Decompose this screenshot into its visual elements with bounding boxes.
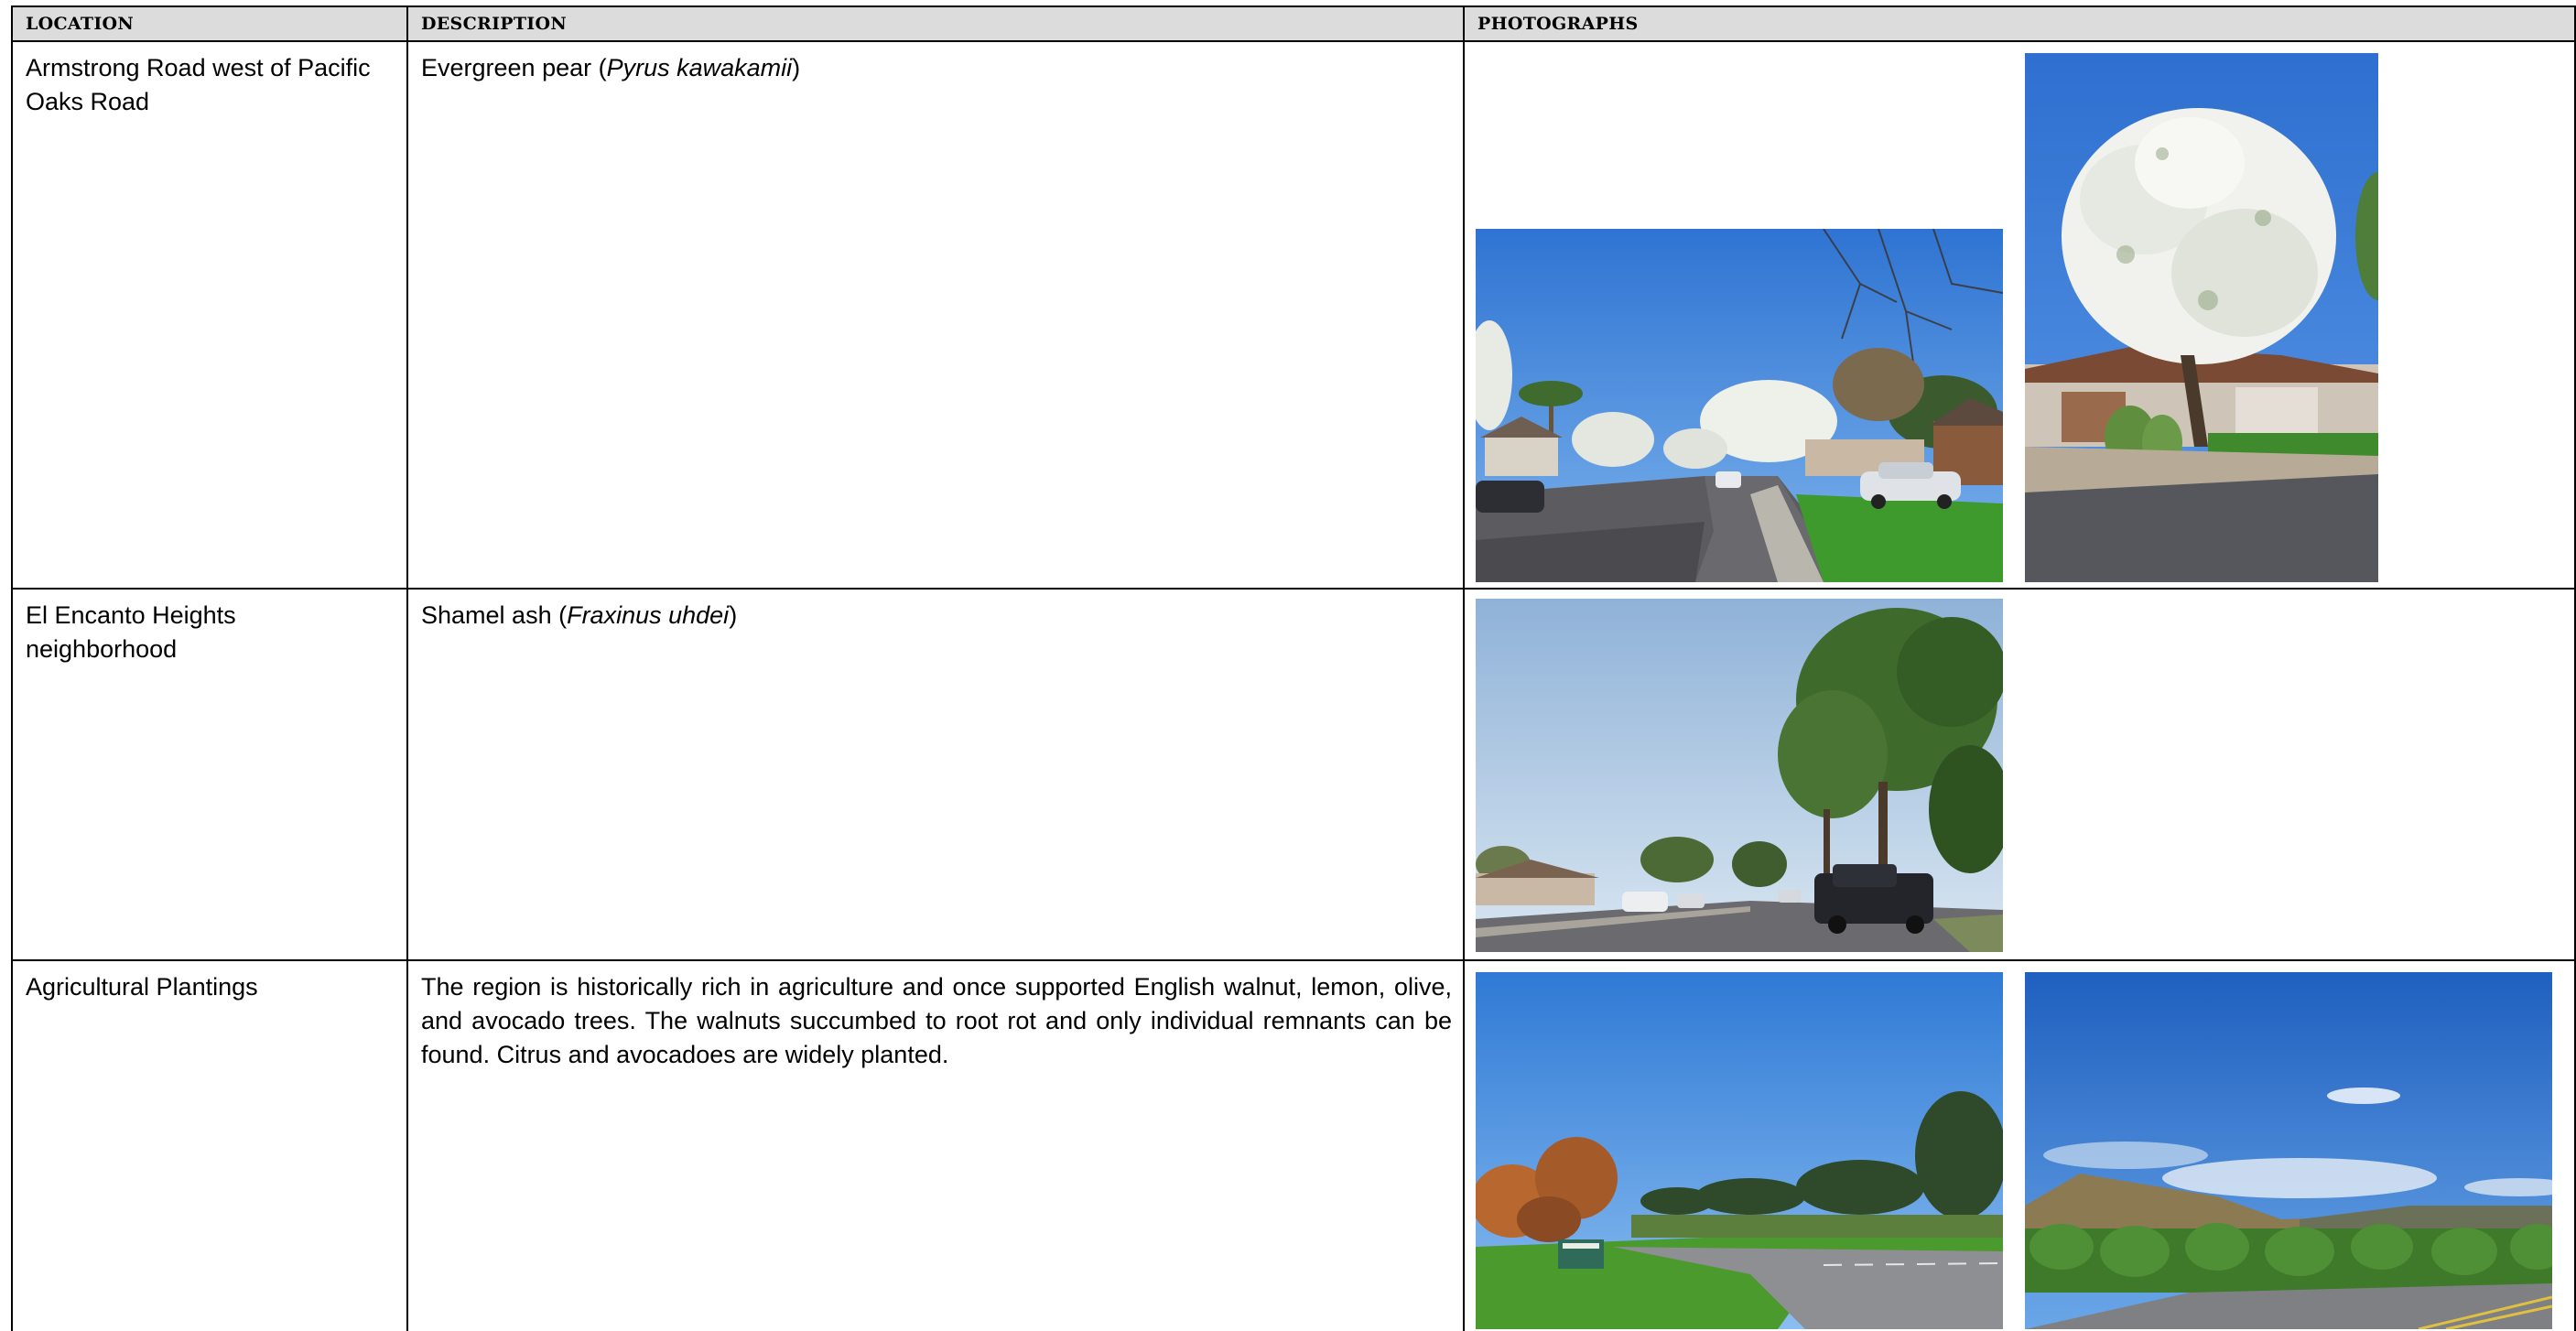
- location-cell: El Encanto Heights neighborhood: [11, 588, 408, 961]
- street-tree-table: LOCATION DESCRIPTION PHOTOGRAPHS Armstro…: [11, 5, 2576, 1331]
- location-cell: Armstrong Road west of Pacific Oaks Road: [11, 40, 408, 590]
- location-text: El Encanto Heights neighborhood: [26, 601, 236, 663]
- table-row: El Encanto Heights neighborhood Shamel a…: [11, 588, 2576, 961]
- scientific-name: Pyrus kawakamii: [606, 54, 793, 81]
- scientific-name: Fraxinus uhdei: [567, 601, 730, 629]
- photographs-cell: [1463, 588, 2576, 961]
- document-page: LOCATION DESCRIPTION PHOTOGRAPHS Armstro…: [0, 0, 2576, 1331]
- location-column-header: LOCATION: [11, 5, 408, 42]
- description-column-header: DESCRIPTION: [406, 5, 1465, 42]
- description-cell: The region is historically rich in agric…: [406, 959, 1465, 1331]
- table-header-row: LOCATION DESCRIPTION PHOTOGRAPHS: [11, 5, 2576, 42]
- location-cell: Agricultural Plantings: [11, 959, 408, 1331]
- description-cell: Evergreen pear (Pyrus kawakamii): [406, 40, 1465, 590]
- description-text: Shamel ash (Fraxinus uhdei): [421, 601, 738, 629]
- table-row: Armstrong Road west of Pacific Oaks Road…: [11, 40, 2576, 590]
- flowering-pear-tree-photo: [2025, 53, 2378, 582]
- description-cell: Shamel ash (Fraxinus uhdei): [406, 588, 1465, 961]
- hillside-citrus-orchard-photo: [2025, 972, 2552, 1329]
- street-with-flowering-pear-trees-photo: [1476, 229, 2003, 582]
- location-text: Armstrong Road west of Pacific Oaks Road: [26, 54, 371, 115]
- table-row: Agricultural Plantings The region is his…: [11, 959, 2576, 1331]
- photographs-column-header: PHOTOGRAPHS: [1463, 5, 2576, 42]
- photographs-cell: [1463, 40, 2576, 590]
- description-text: The region is historically rich in agric…: [421, 973, 1452, 1068]
- photographs-cell: [1463, 959, 2576, 1331]
- street-with-ash-trees-photo: [1476, 599, 2003, 952]
- location-text: Agricultural Plantings: [26, 973, 258, 1001]
- description-text: Evergreen pear (Pyrus kawakamii): [421, 54, 801, 81]
- roadside-orchard-photo: [1476, 972, 2003, 1329]
